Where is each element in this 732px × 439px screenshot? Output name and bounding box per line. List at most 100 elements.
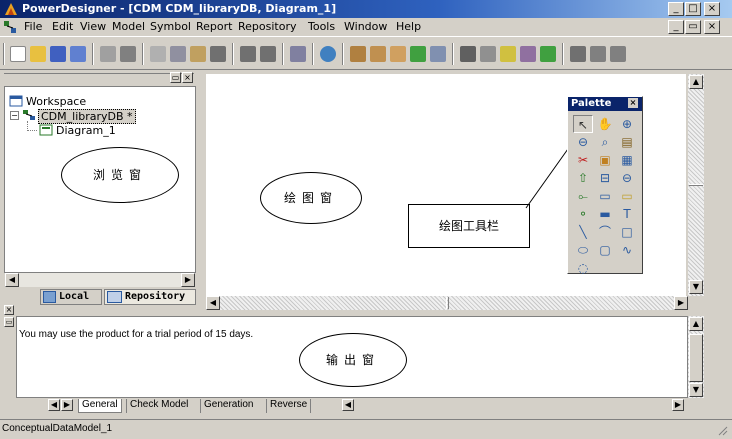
association-tool-icon[interactable]: ⊖ <box>617 169 637 187</box>
inheritance-tool-icon[interactable]: ⇧ <box>573 169 593 187</box>
undo-icon[interactable] <box>240 46 256 62</box>
doc-restore-button[interactable]: ▭ <box>685 20 701 34</box>
delete-tool-icon[interactable]: ✂ <box>573 151 593 169</box>
scroll-down-button[interactable]: ▼ <box>689 280 703 294</box>
browser-hscrollbar[interactable]: ◀ ▶ <box>5 273 195 287</box>
print-icon[interactable] <box>120 46 136 62</box>
checkin-icon[interactable] <box>390 46 406 62</box>
zoom-out-tool-icon[interactable]: ⊖ <box>573 133 593 151</box>
scroll-up-button[interactable]: ▲ <box>689 317 703 331</box>
tree-item-diagram[interactable]: Diagram_1 <box>56 124 116 137</box>
properties-icon[interactable] <box>290 46 306 62</box>
tab-scroll-right-button[interactable]: ▶ <box>61 399 73 411</box>
check-model-icon[interactable] <box>500 46 516 62</box>
association-link-tool-icon[interactable]: ⟜ <box>573 187 593 205</box>
menu-window[interactable]: Window <box>344 20 387 33</box>
menu-report[interactable]: Report <box>196 20 232 33</box>
entity-tool-icon[interactable]: ▦ <box>617 151 637 169</box>
line-tool-icon[interactable]: ╲ <box>573 223 593 241</box>
menu-file[interactable]: File <box>24 20 42 33</box>
delete-icon[interactable] <box>210 46 226 62</box>
rectangle-tool-icon[interactable]: □ <box>617 223 637 241</box>
collapse-toggle[interactable]: − <box>10 111 19 120</box>
scroll-right-button[interactable]: ▶ <box>181 273 195 287</box>
print-preview-icon[interactable] <box>100 46 116 62</box>
note-tool-icon[interactable]: ▭ <box>617 187 637 205</box>
tab-local[interactable]: Local <box>40 289 102 305</box>
grab-tool-icon[interactable]: ✋ <box>595 115 615 133</box>
output-vscrollbar[interactable]: ▲ ▼ <box>688 316 704 398</box>
output-restore-button[interactable]: ▭ <box>4 317 14 327</box>
tab-generation[interactable]: Generation <box>200 399 256 413</box>
tab-scroll-left-button[interactable]: ◀ <box>48 399 60 411</box>
menu-symbol[interactable]: Symbol <box>150 20 191 33</box>
polyline-tool-icon[interactable]: ∿ <box>617 241 637 259</box>
scroll-thumb[interactable] <box>446 297 449 309</box>
tab-repository[interactable]: Repository <box>104 289 196 305</box>
maximize-button[interactable]: □ <box>685 2 701 16</box>
browser-close-button[interactable]: × <box>182 72 193 83</box>
output-hscroll-left-button[interactable]: ◀ <box>342 399 354 411</box>
properties-tool-icon[interactable]: ▤ <box>617 133 637 151</box>
copy-icon[interactable] <box>170 46 186 62</box>
forward-icon[interactable] <box>610 46 626 62</box>
report-icon[interactable] <box>540 46 556 62</box>
redo-icon[interactable] <box>260 46 276 62</box>
close-button[interactable]: × <box>704 2 720 16</box>
output-hscroll-right-button[interactable]: ▶ <box>672 399 684 411</box>
compare-icon[interactable] <box>410 46 426 62</box>
doc-close-button[interactable]: × <box>704 20 720 34</box>
paste-icon[interactable] <box>190 46 206 62</box>
package-tool-icon[interactable]: ▣ <box>595 151 615 169</box>
title-tool-icon[interactable]: T <box>617 205 637 223</box>
polygon-tool-icon[interactable]: ◌ <box>573 259 593 277</box>
canvas-hscrollbar[interactable]: ◀ ▶ <box>206 296 688 310</box>
tab-check-model[interactable]: Check Model <box>126 399 191 413</box>
scroll-left-button[interactable]: ◀ <box>5 273 19 287</box>
save-icon[interactable] <box>50 46 66 62</box>
scroll-down-button[interactable]: ▼ <box>689 383 703 397</box>
rounded-rect-tool-icon[interactable]: ▢ <box>595 241 615 259</box>
checkout-icon[interactable] <box>370 46 386 62</box>
menu-edit[interactable]: Edit <box>52 20 73 33</box>
canvas-vscrollbar[interactable]: ▲ ▼ <box>688 74 704 296</box>
zoom-in-tool-icon[interactable]: ⊕ <box>617 115 637 133</box>
doc-minimize-button[interactable]: _ <box>668 20 684 34</box>
assoc-tool-icon[interactable]: ▬ <box>595 205 615 223</box>
relationship-tool-icon[interactable]: ⊟ <box>595 169 615 187</box>
file-tool-icon[interactable]: ▭ <box>595 187 615 205</box>
scroll-right-button[interactable]: ▶ <box>674 296 688 310</box>
scroll-left-button[interactable]: ◀ <box>206 296 220 310</box>
tab-reverse[interactable]: Reverse <box>266 399 312 413</box>
save-all-icon[interactable] <box>70 46 86 62</box>
tree-item-model[interactable]: CDM_libraryDB * <box>38 109 136 124</box>
minimize-button[interactable]: _ <box>668 2 684 16</box>
menu-help[interactable]: Help <box>396 20 421 33</box>
output-hscrollbar[interactable] <box>356 400 666 411</box>
generate-icon[interactable] <box>460 46 476 62</box>
repository-icon[interactable] <box>350 46 366 62</box>
scroll-up-button[interactable]: ▲ <box>689 75 703 89</box>
scroll-thumb[interactable] <box>689 334 703 382</box>
link-tool-icon[interactable]: ⚬ <box>573 205 593 223</box>
browser-minimize-button[interactable]: ▭ <box>170 72 181 83</box>
tree-item-workspace[interactable]: Workspace <box>26 95 86 108</box>
resize-grip-icon[interactable] <box>716 424 728 436</box>
update-icon[interactable] <box>430 46 446 62</box>
arc-tool-icon[interactable]: ⌒ <box>595 223 615 241</box>
browser-icon[interactable] <box>320 46 336 62</box>
open-icon[interactable] <box>30 46 46 62</box>
document-icon[interactable] <box>3 20 17 34</box>
ellipse-tool-icon[interactable]: ⬭ <box>573 241 593 259</box>
import-icon[interactable] <box>570 46 586 62</box>
tab-general[interactable]: General <box>78 399 122 413</box>
menu-tools[interactable]: Tools <box>308 20 335 33</box>
menu-repository[interactable]: Repository <box>238 20 297 33</box>
back-icon[interactable] <box>590 46 606 62</box>
palette-close-button[interactable]: × <box>628 98 638 108</box>
zoom-fit-tool-icon[interactable]: ⌕ <box>595 133 615 151</box>
menu-view[interactable]: View <box>80 20 106 33</box>
output-close-button[interactable]: × <box>4 305 14 315</box>
cut-icon[interactable] <box>150 46 166 62</box>
menu-model[interactable]: Model <box>112 20 145 33</box>
